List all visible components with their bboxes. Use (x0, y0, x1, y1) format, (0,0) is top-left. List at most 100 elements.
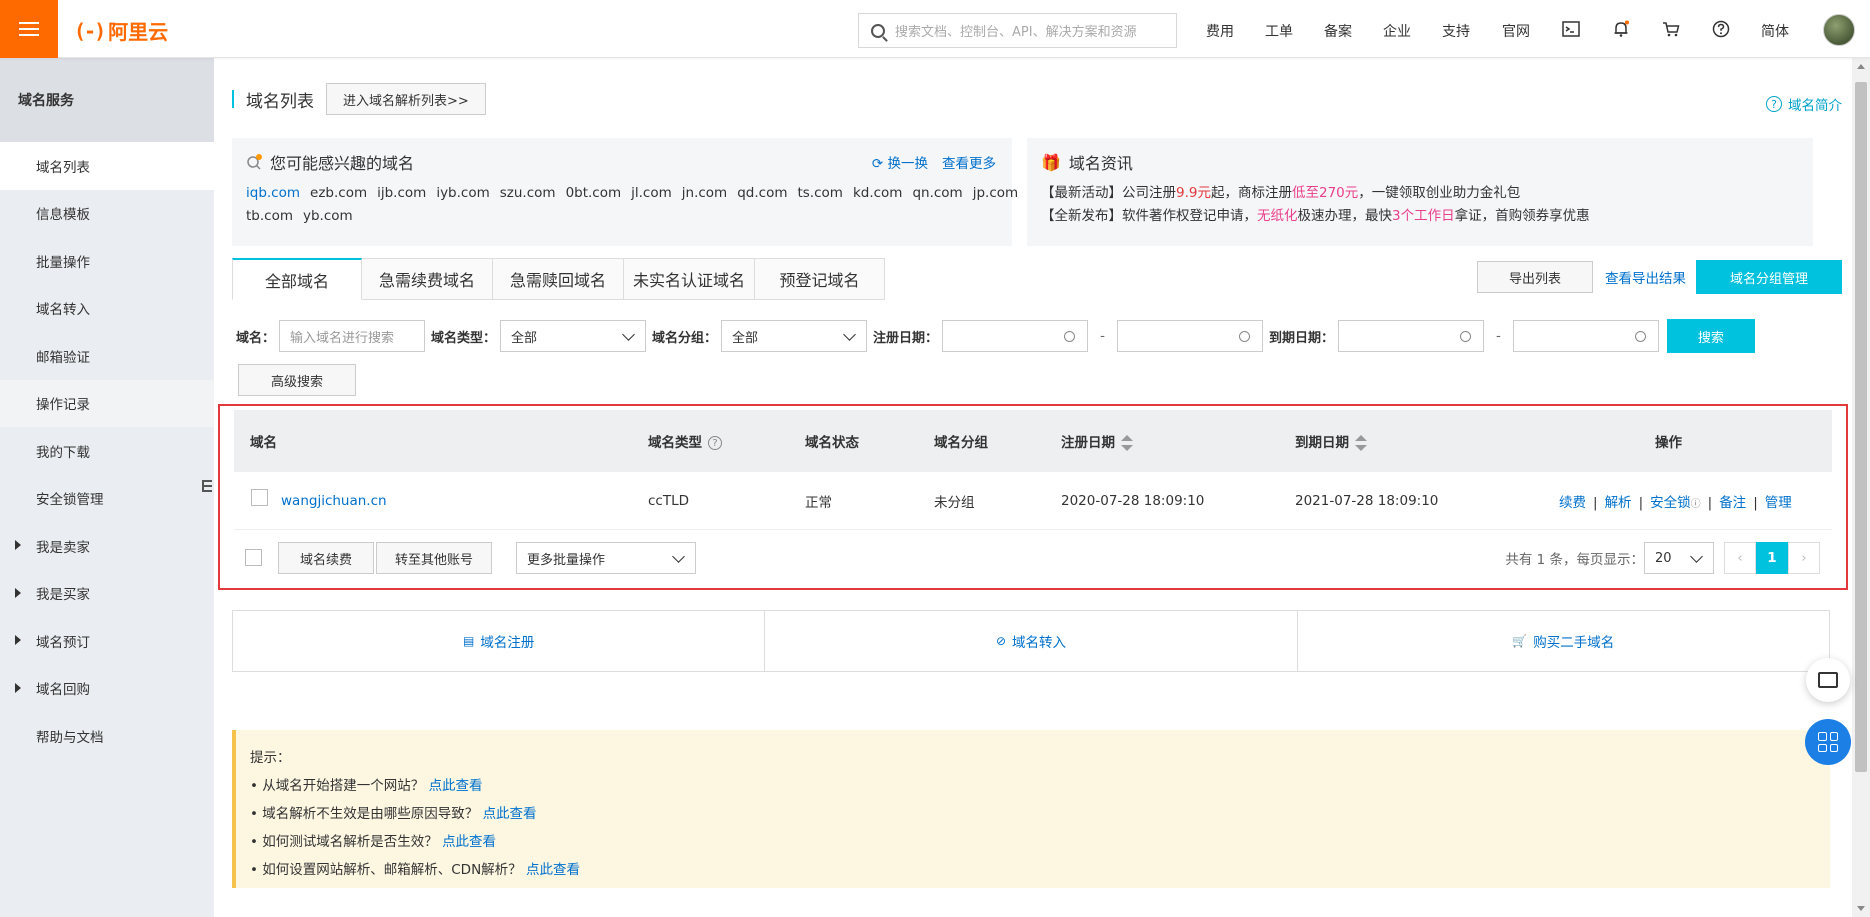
sidebar-item-info-template[interactable]: 信息模板 (0, 190, 214, 238)
global-search-input[interactable]: 搜索文档、控制台、API、解决方案和资源 (858, 13, 1177, 48)
help-icon[interactable] (1712, 20, 1730, 38)
page-scrollbar[interactable] (1852, 58, 1870, 917)
exp-date-start[interactable] (1337, 320, 1484, 352)
nav-billing[interactable]: 费用 (1206, 21, 1234, 41)
tip-link[interactable]: 点此查看 (429, 778, 483, 794)
batch-renew-button[interactable]: 域名续费 (278, 542, 374, 574)
transfer-account-button[interactable]: 转至其他账号 (376, 542, 492, 574)
collapse-sidebar-icon[interactable] (199, 472, 215, 502)
col-reg-date[interactable]: 注册日期 (1061, 431, 1133, 451)
nav-support[interactable]: 支持 (1442, 21, 1470, 41)
sidebar-item-reservation[interactable]: 域名预订 (0, 617, 214, 665)
sidebar-item-domain-list[interactable]: 域名列表 (0, 142, 214, 190)
transfer-domain-link[interactable]: ⊘ 域名转入 (764, 611, 1296, 671)
reg-date-end[interactable] (1116, 320, 1263, 352)
view-more-link[interactable]: 查看更多 (942, 152, 996, 172)
export-list-button[interactable]: 导出列表 (1477, 261, 1593, 293)
scroll-up-icon[interactable] (1857, 64, 1865, 69)
sidebar-item-buyer[interactable]: 我是买家 (0, 570, 214, 618)
batch-ops-select[interactable]: 更多批量操作 (516, 542, 696, 574)
news-item[interactable]: 【最新活动】公司注册9.9元起，商标注册低至270元，一键领取创业助力金礼包 (1041, 182, 1799, 205)
nav-enterprise[interactable]: 企业 (1383, 21, 1411, 41)
suggested-domain[interactable]: 0bt.com (566, 185, 622, 201)
apps-button[interactable] (1805, 719, 1851, 765)
tip-link[interactable]: 点此查看 (483, 806, 537, 822)
view-export-link[interactable]: 查看导出结果 (1605, 267, 1686, 287)
manage-link[interactable]: 管理 (1765, 495, 1792, 511)
chat-button[interactable] (1806, 658, 1850, 702)
suggested-domain[interactable]: jp.com (973, 185, 1018, 201)
bell-icon[interactable] (1612, 20, 1630, 38)
sidebar-item-buyback[interactable]: 域名回购 (0, 665, 214, 713)
reg-date-start[interactable] (942, 320, 1089, 352)
dns-link[interactable]: 解析 (1605, 495, 1632, 511)
tip-link[interactable]: 点此查看 (526, 862, 580, 878)
exp-date-end[interactable] (1512, 320, 1659, 352)
col-exp-date[interactable]: 到期日期 (1295, 431, 1367, 451)
tips-title: 提示： (250, 750, 291, 766)
suggested-domain[interactable]: ts.com (797, 185, 842, 201)
sidebar-item-op-log[interactable]: 操作记录 (0, 379, 214, 427)
type-select[interactable]: 全部 (500, 320, 647, 352)
register-domain-link[interactable]: ▤ 域名注册 (233, 611, 764, 671)
dns-list-button[interactable]: 进入域名解析列表>> (326, 83, 486, 115)
suggested-domain[interactable]: iyb.com (436, 185, 489, 201)
menu-icon[interactable] (0, 0, 58, 58)
nav-tickets[interactable]: 工单 (1265, 21, 1293, 41)
suggested-domain[interactable]: iqb.com (246, 185, 300, 201)
prev-page-button[interactable]: ‹ (1724, 542, 1756, 574)
sidebar-item-downloads[interactable]: 我的下载 (0, 427, 214, 475)
suggested-domain[interactable]: qd.com (737, 185, 787, 201)
suggested-domain[interactable]: ijb.com (377, 185, 426, 201)
tab-unverified[interactable]: 未实名认证域名 (624, 258, 755, 300)
select-all-checkbox[interactable] (245, 549, 262, 566)
sidebar-item-security-lock[interactable]: 安全锁管理 (0, 475, 214, 523)
aliyun-logo[interactable]: (-) 阿里云 (74, 16, 168, 45)
tab-renew-urgent[interactable]: 急需续费域名 (362, 258, 493, 300)
group-manage-button[interactable]: 域名分组管理 (1696, 260, 1842, 294)
tab-redeem-urgent[interactable]: 急需赎回域名 (493, 258, 624, 300)
col-group: 域名分组 (934, 435, 988, 451)
sidebar-item-batch-ops[interactable]: 批量操作 (0, 237, 214, 285)
page-size-select[interactable]: 20 (1644, 542, 1714, 574)
suggested-domain[interactable]: tb.com (246, 208, 293, 224)
group-select[interactable]: 全部 (721, 320, 868, 352)
scroll-thumb[interactable] (1855, 82, 1867, 772)
tab-preregistered[interactable]: 预登记域名 (755, 258, 885, 300)
avatar[interactable] (1823, 14, 1855, 46)
domain-name-link[interactable]: wangjichuan.cn (281, 493, 387, 509)
note-link[interactable]: 备注 (1719, 495, 1746, 511)
sidebar-item-seller[interactable]: 我是卖家 (0, 522, 214, 570)
cart-icon[interactable] (1662, 20, 1680, 38)
next-page-button[interactable]: › (1788, 542, 1820, 574)
tip-link[interactable]: 点此查看 (442, 834, 496, 850)
security-lock-link[interactable]: 安全锁 (1650, 495, 1691, 511)
terminal-icon[interactable] (1562, 20, 1580, 38)
suggested-domain[interactable]: ezb.com (310, 185, 367, 201)
suggested-domain[interactable]: szu.com (500, 185, 556, 201)
tab-all-domains[interactable]: 全部域名 (232, 258, 362, 300)
suggested-domain[interactable]: yb.com (303, 208, 353, 224)
row-checkbox[interactable] (251, 489, 268, 506)
advanced-search-button[interactable]: 高级搜索 (238, 364, 356, 396)
domain-search-input[interactable]: 输入域名进行搜索 (279, 320, 426, 352)
search-button[interactable]: 搜索 (1666, 319, 1755, 353)
renew-link[interactable]: 续费 (1559, 495, 1586, 511)
nav-official-site[interactable]: 官网 (1502, 21, 1530, 41)
sidebar-item-help-docs[interactable]: 帮助与文档 (0, 712, 214, 760)
news-item[interactable]: 【全新发布】软件著作权登记申请，无纸化极速办理，最快3个工作日拿证，首购领券享优… (1041, 205, 1799, 228)
domain-intro-link[interactable]: ? 域名简介 (1766, 94, 1842, 114)
suggested-domain[interactable]: jn.com (682, 185, 727, 201)
nav-icp[interactable]: 备案 (1324, 21, 1352, 41)
language-switch[interactable]: 简体 (1761, 21, 1789, 41)
scroll-down-icon[interactable] (1857, 906, 1865, 911)
sidebar-item-email-verify[interactable]: 邮箱验证 (0, 332, 214, 380)
refresh-button[interactable]: ⟳ 换一换 (872, 152, 928, 172)
suggested-domain[interactable]: jl.com (631, 185, 672, 201)
buy-used-domain-link[interactable]: 🛒 购买二手域名 (1296, 611, 1829, 671)
sidebar-item-transfer-in[interactable]: 域名转入 (0, 285, 214, 333)
page-button[interactable]: 1 (1756, 542, 1788, 574)
suggested-domain[interactable]: kd.com (853, 185, 903, 201)
suggested-domain[interactable]: qn.com (912, 185, 962, 201)
question-icon[interactable]: ? (708, 436, 722, 450)
